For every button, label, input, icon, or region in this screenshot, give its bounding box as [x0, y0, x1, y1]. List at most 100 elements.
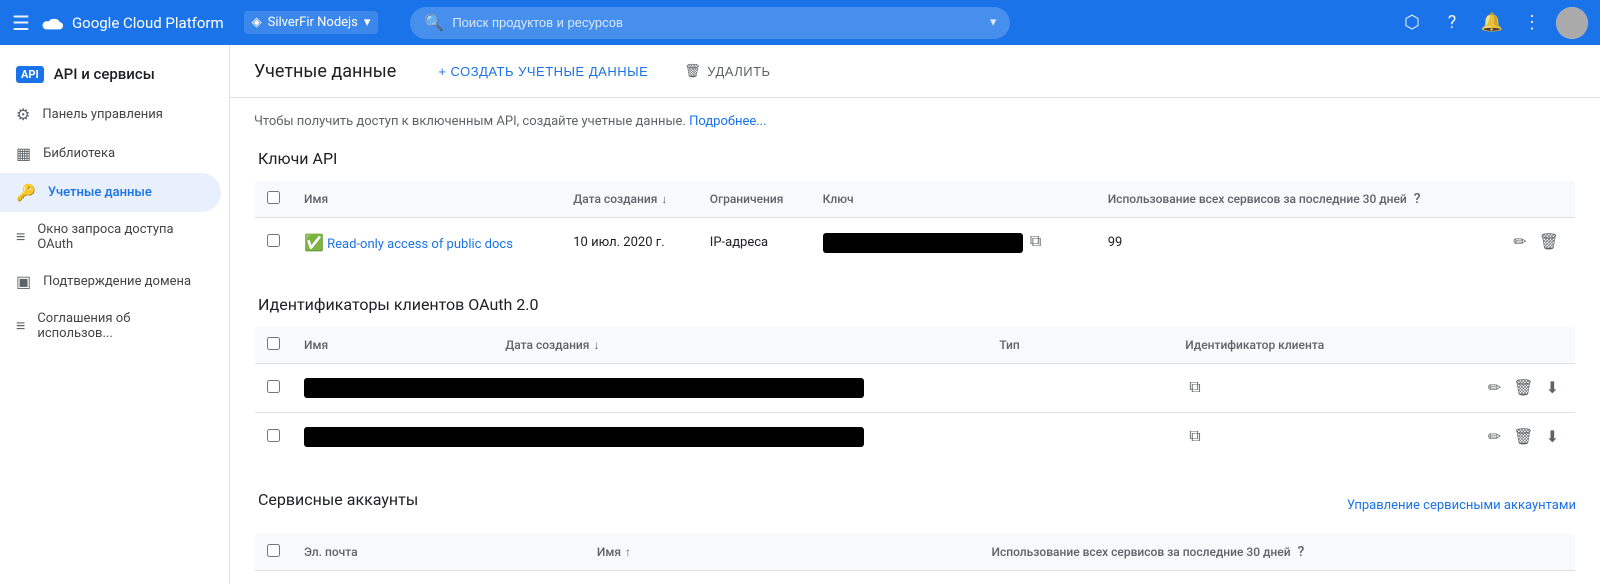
manage-service-accounts-link[interactable]: Управление сервисными аккаунтами	[1347, 498, 1576, 513]
oauth-table: Имя Дата создания ↓ Тип	[254, 326, 1576, 462]
service-accounts-table: Эл. почта Имя ↑ Использование всех серви…	[254, 533, 1576, 584]
api-keys-select-all-checkbox[interactable]	[267, 191, 280, 204]
api-keys-section: Ключи API Имя	[254, 149, 1576, 267]
api-keys-col-usage: Использование всех сервисов за последние…	[1096, 181, 1485, 218]
oauth-row1-actions-cell: ✏ 🗑 ⬇	[1419, 364, 1575, 413]
oauth-row2-checkbox-cell	[255, 413, 293, 462]
project-dropdown-icon: ▾	[364, 15, 371, 30]
project-selector[interactable]: ◈ SilverFir Nodejs ▾	[244, 11, 379, 34]
api-key-created-cell: 10 июл. 2020 г.	[561, 218, 698, 267]
sa-col-usage: Использование всех сервисов за последние…	[979, 534, 1463, 571]
terminal-icon[interactable]: ⬡	[1396, 7, 1428, 39]
oauth-col-type: Тип	[987, 327, 1173, 364]
avatar[interactable]	[1556, 7, 1588, 39]
oauth-row2-actions-cell: ✏ 🗑 ⬇	[1419, 413, 1575, 462]
api-key-restrictions-cell: IP-адреса	[698, 218, 811, 267]
create-credentials-button[interactable]: + СОЗДАТЬ УЧЕТНЫЕ ДАННЫЕ	[428, 58, 658, 85]
page-title: Учетные данные	[254, 61, 396, 82]
oauth-select-all-checkbox[interactable]	[267, 337, 280, 350]
oauth-row1-checkbox[interactable]	[267, 380, 280, 393]
table-row: SilverFir: Investment Report 🌲 v3 [Node.…	[255, 571, 1576, 584]
sort-arrow-icon: ↓	[593, 338, 599, 352]
credentials-icon: 🔑	[16, 183, 36, 202]
sa-usage-help-icon[interactable]: ?	[1298, 544, 1305, 560]
api-key-name-cell: ✅ Read-only access of public docs	[292, 218, 561, 267]
sidebar-title-text: API и сервисы	[54, 65, 155, 83]
oauth-name-sort[interactable]: Имя	[304, 338, 328, 352]
sidebar-item-library[interactable]: ▦ Библиотека	[0, 134, 221, 173]
delete-button[interactable]: 🗑 УДАЛИТЬ	[674, 57, 780, 85]
delete-label: УДАЛИТЬ	[707, 64, 770, 79]
search-dropdown-icon: ▾	[990, 15, 997, 30]
api-keys-col-created: Дата создания ↓	[561, 181, 698, 218]
oauth-col-actions	[1419, 327, 1575, 364]
agreement-icon: ≡	[16, 316, 25, 336]
sidebar-item-label: Панель управления	[42, 107, 163, 122]
copy-oauth1-button[interactable]: ⧉	[1185, 375, 1204, 401]
sa-name-sort[interactable]: Имя ↑	[597, 545, 631, 559]
domain-icon: ▣	[16, 272, 31, 291]
sidebar-item-label: Соглашения об использов...	[37, 311, 205, 341]
download-oauth2-button[interactable]: ⬇	[1542, 423, 1563, 451]
api-keys-col-actions	[1485, 181, 1575, 218]
sa-row1-name-cell: SilverFir: Investment Report 🌲 v3 [Node.…	[585, 571, 980, 584]
oauth-section: Идентификаторы клиентов OAuth 2.0 Имя	[254, 295, 1576, 462]
api-keys-title: Ключи API	[254, 149, 1576, 168]
api-keys-col-name: Имя	[292, 181, 561, 218]
menu-icon[interactable]: ☰	[12, 11, 30, 35]
api-keys-select-all-cell	[255, 181, 293, 218]
sidebar-item-agreement[interactable]: ≡ Соглашения об использов...	[0, 301, 221, 351]
api-keys-created-sort[interactable]: Дата создания ↓	[573, 192, 667, 206]
app-header: ☰ Google Cloud Platform ◈ SilverFir Node…	[0, 0, 1600, 45]
sort-arrow-icon: ↓	[661, 192, 667, 206]
edit-api-key-button[interactable]: ✏	[1509, 228, 1530, 256]
download-oauth1-button[interactable]: ⬇	[1542, 374, 1563, 402]
api-key-action-icons: ✏ 🗑	[1497, 228, 1563, 256]
delete-api-key-button[interactable]: 🗑	[1535, 228, 1563, 256]
sa-select-all-cell	[255, 534, 293, 571]
oauth-col-client-id: Идентификатор клиента	[1173, 327, 1419, 364]
logo-text: Google Cloud Platform	[72, 14, 224, 32]
api-keys-name-sort[interactable]: Имя	[304, 192, 328, 206]
api-key-name-link[interactable]: Read-only access of public docs	[327, 237, 513, 252]
usage-help-icon[interactable]: ?	[1414, 191, 1421, 207]
oauth-col-name: Имя	[292, 327, 493, 364]
status-icon: ✅	[304, 233, 324, 252]
sidebar-item-credentials[interactable]: 🔑 Учетные данные	[0, 173, 221, 212]
oauth-icon: ≡	[16, 227, 25, 247]
sa-row1-checkbox-cell	[255, 571, 293, 584]
copy-key-button[interactable]: ⧉	[1026, 229, 1045, 255]
api-keys-col-key: Ключ	[811, 181, 1096, 218]
sa-select-all-checkbox[interactable]	[267, 544, 280, 557]
oauth-row1-name-cell	[292, 364, 1173, 413]
app-logo: Google Cloud Platform	[42, 14, 224, 32]
oauth-title: Идентификаторы клиентов OAuth 2.0	[254, 295, 1576, 314]
notifications-icon[interactable]: 🔔	[1476, 7, 1508, 39]
copy-oauth2-button[interactable]: ⧉	[1185, 424, 1204, 450]
api-keys-table: Имя Дата создания ↓ Ограничения	[254, 180, 1576, 267]
delete-oauth1-button[interactable]: 🗑	[1509, 374, 1537, 402]
sidebar-item-oauth[interactable]: ≡ Окно запроса доступа OAuth	[0, 212, 221, 262]
main-content: Учетные данные + СОЗДАТЬ УЧЕТНЫЕ ДАННЫЕ …	[230, 45, 1600, 584]
search-input[interactable]	[452, 15, 982, 30]
content-body: Чтобы получить доступ к включенным API, …	[230, 98, 1600, 584]
sidebar-title: API API и сервисы	[0, 53, 229, 95]
service-accounts-title: Сервисные аккаунты	[254, 490, 422, 509]
info-link[interactable]: Подробнее...	[689, 114, 766, 129]
api-keys-header-row: Имя Дата создания ↓ Ограничения	[255, 181, 1576, 218]
oauth-row2-checkbox[interactable]	[267, 429, 280, 442]
api-key-value-cell: ⧉	[811, 218, 1096, 267]
library-icon: ▦	[16, 144, 31, 163]
sidebar-item-dashboard[interactable]: ⚙ Панель управления	[0, 95, 221, 134]
more-options-icon[interactable]: ⋮	[1516, 7, 1548, 39]
service-accounts-header-row: Эл. почта Имя ↑ Использование всех серви…	[255, 534, 1576, 571]
delete-oauth2-button[interactable]: 🗑	[1509, 423, 1537, 451]
oauth-row1-action-icons: ✏ 🗑 ⬇	[1431, 374, 1563, 402]
row-checkbox-cell	[255, 218, 293, 267]
help-icon[interactable]: ?	[1436, 7, 1468, 39]
edit-oauth1-button[interactable]: ✏	[1484, 374, 1505, 402]
row-checkbox[interactable]	[267, 234, 280, 247]
sidebar-item-domain[interactable]: ▣ Подтверждение домена	[0, 262, 221, 301]
edit-oauth2-button[interactable]: ✏	[1484, 423, 1505, 451]
oauth-created-sort[interactable]: Дата создания ↓	[505, 338, 599, 352]
